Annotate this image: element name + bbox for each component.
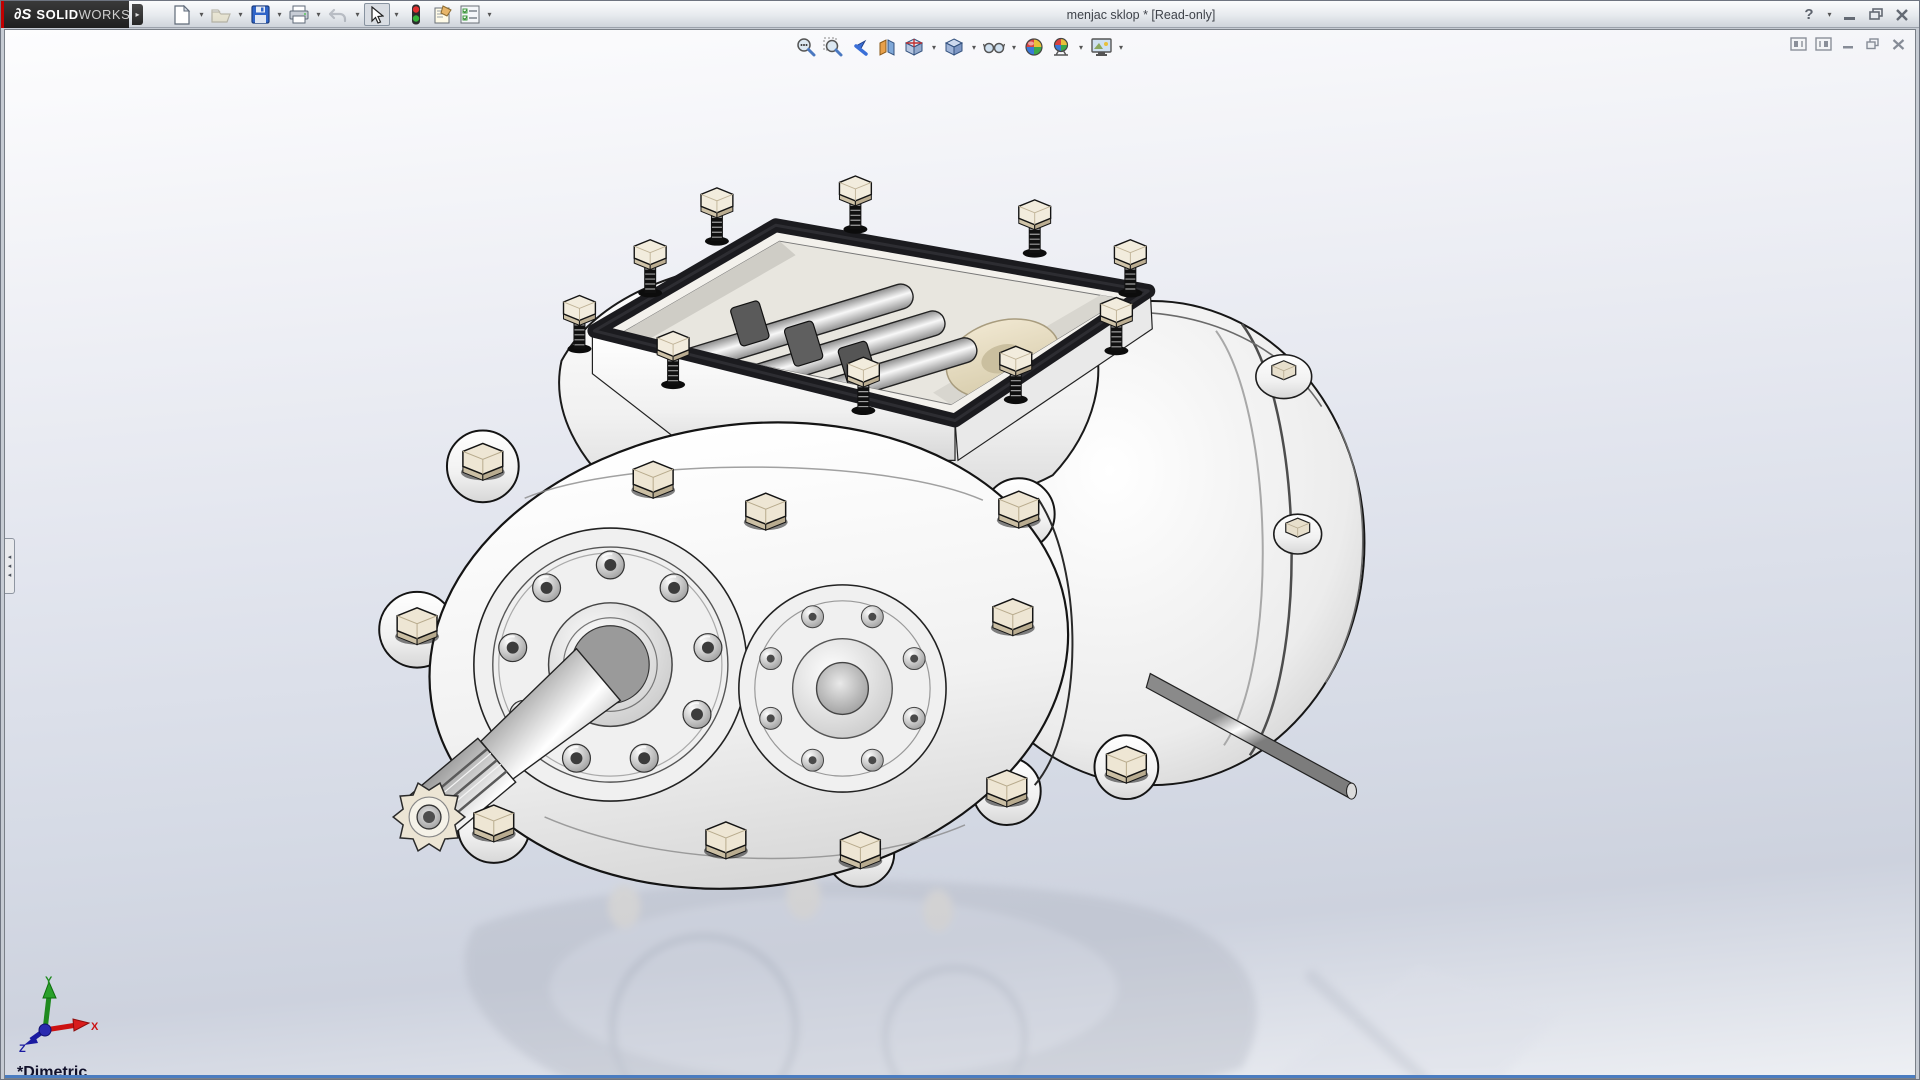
view-settings-dropdown[interactable]: ▾: [1116, 35, 1126, 59]
new-document-icon: [173, 5, 191, 25]
zoom-to-fit-icon: [796, 37, 816, 57]
file-properties-icon: [433, 5, 454, 25]
document-title: menjac sklop * [Read-only]: [1067, 1, 1216, 28]
gearbox-3d-model[interactable]: [5, 30, 1915, 1078]
title-bar: ∂S SOLIDWORKS ▸ ▾ ▾: [1, 1, 1919, 28]
floor-reflection: [465, 874, 1561, 1078]
triad-z-label: Z: [19, 1043, 26, 1052]
display-style-icon: [944, 37, 964, 57]
cursor-arrow-icon: [370, 6, 384, 24]
view-orientation-dropdown[interactable]: ▾: [929, 35, 939, 59]
save-button[interactable]: [247, 3, 273, 26]
solidworks-window: ∂S SOLIDWORKS ▸ ▾ ▾: [0, 0, 1920, 1080]
child-restore-icon: [1866, 38, 1880, 50]
triad-y-label: Y: [45, 975, 53, 987]
collapse-pane-icon: [1790, 37, 1807, 51]
open-dropdown[interactable]: ▾: [235, 3, 246, 26]
feature-pane-tab[interactable]: ◂ ◂ ◂: [5, 538, 15, 594]
expand-pane-button[interactable]: [1814, 36, 1832, 52]
help-button[interactable]: ?: [1798, 5, 1820, 25]
restore-button[interactable]: [1865, 5, 1887, 25]
options-button[interactable]: [457, 3, 483, 26]
display-style-dropdown[interactable]: ▾: [969, 35, 979, 59]
display-style-button[interactable]: [942, 35, 966, 59]
restore-icon: [1869, 8, 1884, 21]
file-properties-button[interactable]: [430, 3, 456, 26]
child-minimize-button[interactable]: [1839, 36, 1857, 52]
undo-arrow-icon: [328, 6, 348, 24]
standard-toolbar: ▾ ▾ ▾: [169, 1, 495, 28]
options-list-icon: [460, 5, 480, 24]
ds-logo-icon: ∂S: [14, 6, 31, 23]
hide-show-items-button[interactable]: [982, 35, 1006, 59]
pane-arrow-icon: ◂: [8, 554, 12, 561]
view-settings-icon: [1091, 38, 1112, 57]
view-settings-button[interactable]: [1089, 35, 1113, 59]
previous-view-button[interactable]: [848, 35, 872, 59]
apply-scene-icon: [1051, 37, 1071, 57]
headsup-view-toolbar: ▾ ▾ ▾: [794, 35, 1126, 59]
help-icon: ?: [1804, 6, 1813, 23]
select-tool-button[interactable]: [364, 3, 390, 26]
graphics-viewport[interactable]: ▾ ▾ ▾: [4, 29, 1916, 1079]
secondary-flange: [739, 585, 946, 792]
menu-flyout-arrow[interactable]: ▸: [132, 4, 143, 25]
select-dropdown[interactable]: ▾: [391, 3, 402, 26]
undo-button[interactable]: [325, 3, 351, 26]
child-close-button[interactable]: [1889, 36, 1907, 52]
expand-pane-icon: [1815, 37, 1832, 51]
print-icon: [289, 5, 309, 24]
orientation-triad: Y X Z: [11, 974, 111, 1052]
brand-solid: SOLID: [36, 7, 78, 22]
window-bottom-border: [5, 1075, 1915, 1078]
pane-arrow-icon: ◂: [8, 563, 12, 570]
child-minimize-icon: [1842, 39, 1855, 50]
view-orientation-button[interactable]: [902, 35, 926, 59]
save-floppy-icon: [251, 5, 270, 24]
zoom-to-area-button[interactable]: [821, 35, 845, 59]
new-document-dropdown[interactable]: ▾: [196, 3, 207, 26]
help-dropdown[interactable]: ▾: [1824, 3, 1835, 26]
view-orientation-icon: [904, 37, 925, 57]
collapse-pane-button[interactable]: [1789, 36, 1807, 52]
close-icon: [1895, 9, 1909, 21]
undo-dropdown[interactable]: ▾: [352, 3, 363, 26]
zoom-to-area-icon: [823, 37, 843, 57]
close-button[interactable]: [1891, 5, 1913, 25]
hide-show-dropdown[interactable]: ▾: [1009, 35, 1019, 59]
zoom-to-fit-button[interactable]: [794, 35, 818, 59]
minimize-icon: [1843, 9, 1857, 21]
new-document-button[interactable]: [169, 3, 195, 26]
options-dropdown[interactable]: ▾: [484, 3, 495, 26]
apply-scene-dropdown[interactable]: ▾: [1076, 35, 1086, 59]
open-folder-icon: [211, 6, 231, 24]
minimize-button[interactable]: [1839, 5, 1861, 25]
section-view-icon: [877, 37, 897, 57]
print-button[interactable]: [286, 3, 312, 26]
apply-scene-button[interactable]: [1049, 35, 1073, 59]
save-dropdown[interactable]: ▾: [274, 3, 285, 26]
edit-appearance-button[interactable]: [1022, 35, 1046, 59]
traffic-light-icon: [411, 4, 421, 25]
eyeglasses-icon: [983, 38, 1005, 56]
window-controls: ? ▾: [1798, 1, 1913, 28]
solidworks-logo: ∂S SOLIDWORKS: [1, 1, 129, 28]
open-button[interactable]: [208, 3, 234, 26]
appearance-ball-icon: [1024, 37, 1044, 57]
brand-works: WORKS: [79, 7, 131, 22]
pane-arrow-icon: ◂: [8, 572, 12, 579]
print-dropdown[interactable]: ▾: [313, 3, 324, 26]
child-window-controls: [1789, 36, 1907, 52]
previous-view-icon: [850, 37, 870, 57]
triad-x-label: X: [91, 1021, 99, 1033]
child-close-icon: [1892, 39, 1905, 50]
section-view-button[interactable]: [875, 35, 899, 59]
interference-lights-button[interactable]: [403, 3, 429, 26]
child-restore-button[interactable]: [1864, 36, 1882, 52]
